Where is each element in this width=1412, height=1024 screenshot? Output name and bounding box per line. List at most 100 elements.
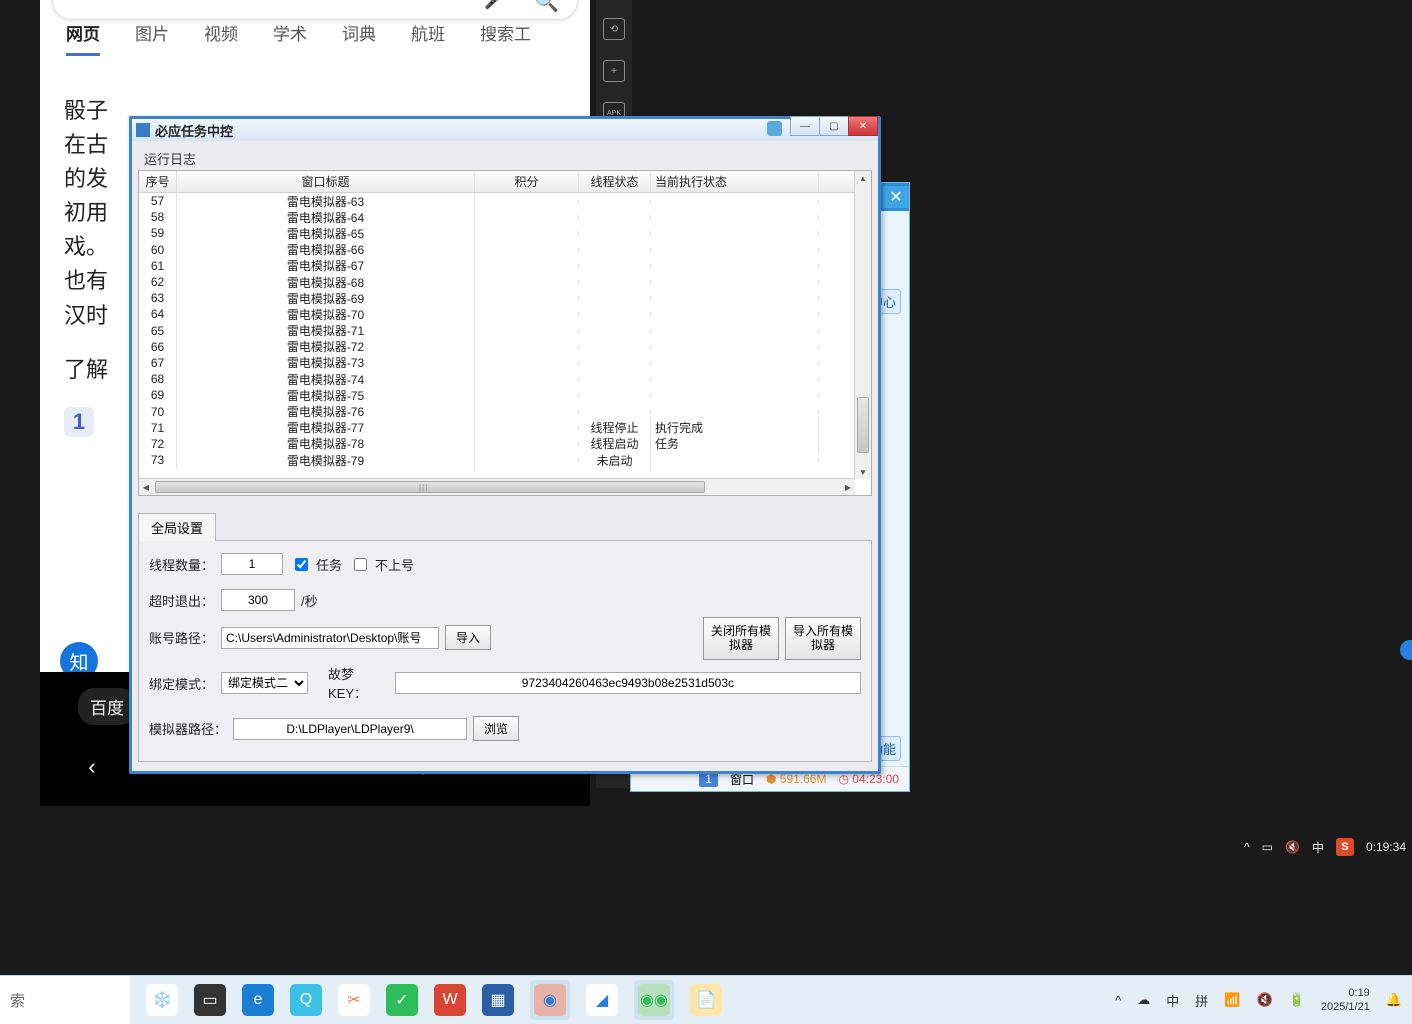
thread-count-input[interactable] [221,553,283,575]
fangmeng-key-input[interactable] [395,672,861,694]
app-explorer-icon[interactable]: ▭ [194,984,226,1016]
tab-image[interactable]: 图片 [135,20,169,56]
import-button[interactable]: 导入 [445,625,491,650]
col-title[interactable]: 窗口标题 [177,171,475,192]
sogou-icon[interactable]: S [1336,838,1354,856]
dialog-titlebar[interactable]: 必应任务中控 — ▢ ✕ [132,119,878,141]
app-notepad-icon[interactable]: 📄 [690,984,722,1016]
task-grid: 序号 窗口标题 积分 线程状态 当前执行状态 57雷电模拟器-6358雷电模拟器… [138,170,872,496]
windows-taskbar: 索 ❄️ ▭ e Q ✂ ✓ W ▦ ◉ ◢ ◉◉ 📄 ^ ☁ 中 拼 📶 🔇 … [0,975,1412,1024]
search-bar[interactable]: 🎤 🔍 [52,0,578,20]
table-row[interactable]: 73雷电模拟器-79未启动 [139,452,871,468]
blue-close-button[interactable]: ✕ [883,186,909,208]
tray-volume-icon[interactable]: 🔇 [1257,992,1273,1008]
memory-usage: ⬢ 591.66M [766,772,827,786]
col-score[interactable]: 积分 [475,171,579,192]
minimize-button[interactable]: — [790,116,820,136]
add-icon[interactable]: + [603,60,625,82]
noshanghao-label: 不上号 [375,555,414,574]
col-seq[interactable]: 序号 [139,171,177,192]
tray-onedrive-icon[interactable]: ☁ [1137,992,1150,1008]
app-wps-icon[interactable]: W [434,984,466,1016]
scroll-grip: ||| [419,483,428,492]
close-button[interactable]: ✕ [848,116,878,136]
app-edge-icon[interactable]: e [242,984,274,1016]
task-control-dialog: 必应任务中控 — ▢ ✕ 运行日志 序号 窗口标题 积分 线程状态 当前执行状态… [129,116,881,774]
maximize-button[interactable]: ▢ [819,116,849,136]
horizontal-scrollbar[interactable]: ◀ ||| ▶ [139,478,855,495]
taskbar-search[interactable]: 索 [0,976,130,1024]
right-edge-tab[interactable] [1400,640,1412,660]
tray-ime-lang[interactable]: 中 [1166,991,1179,1010]
page-1-button[interactable]: 1 [64,407,94,437]
timeout-label: 超时退出： [149,591,215,610]
app-active-swirl-icon[interactable]: ◉ [534,984,566,1016]
helper-icon[interactable] [767,121,782,136]
app-snowman-icon[interactable]: ❄️ [146,984,178,1016]
h-scroll-thumb[interactable] [155,481,705,493]
elapsed-time: ◷ 04:23:00 [838,772,899,786]
scroll-up-arrow[interactable]: ▲ [855,171,871,185]
taskbar-apps: ❄️ ▭ e Q ✂ ✓ W ▦ ◉ ◢ ◉◉ 📄 [130,980,722,1020]
settings-panel: 线程数量： 任务 不上号 超时退出： /秒 账号路径： 导入 关闭所有模拟器 导… [138,540,872,762]
emu-path-input[interactable] [233,718,467,740]
nav-back-icon[interactable]: ‹ [88,754,95,780]
tab-web[interactable]: 网页 [66,20,100,56]
tray-pinyin[interactable]: 拼 [1195,991,1208,1010]
tray-ime-icon[interactable]: 中 [1312,839,1324,856]
tray-wifi-icon[interactable]: 📶 [1224,992,1240,1008]
tray-battery-icon[interactable]: 🔋 [1289,992,1305,1008]
tab-video[interactable]: 视频 [204,20,238,56]
dialog-title: 必应任务中控 [155,121,233,140]
v-scroll-thumb[interactable] [857,397,869,453]
app-icon [136,123,150,137]
task-checkbox[interactable] [295,558,308,571]
tab-flights[interactable]: 航班 [411,20,445,56]
noshanghao-checkbox[interactable] [354,558,367,571]
app-todesk-icon[interactable]: ◢ [586,984,618,1016]
vertical-scrollbar[interactable]: ▲ ▼ [854,171,871,479]
col-thread[interactable]: 线程状态 [579,171,651,192]
upper-clock: 0:19:34 [1366,840,1406,854]
taskbar-clock[interactable]: 0:19 2025/1/21 [1321,986,1370,1015]
tray-chevron-icon[interactable]: ^ [1244,840,1250,854]
app-snip-icon[interactable]: ✂ [338,984,370,1016]
bind-mode-select[interactable]: 绑定模式二 [221,672,308,694]
account-path-label: 账号路径： [149,628,215,647]
tray-expand-icon[interactable]: ^ [1115,993,1121,1008]
scroll-down-arrow[interactable]: ▼ [855,465,871,479]
bind-mode-label: 绑定模式： [149,674,215,693]
col-exec[interactable]: 当前执行状态 [651,171,819,192]
system-tray: ^ ☁ 中 拼 📶 🔇 🔋 0:19 2025/1/21 🔔 [1115,986,1412,1015]
baidu-pill[interactable]: 百度 [78,688,136,725]
grid-body[interactable]: 57雷电模拟器-6358雷电模拟器-6459雷电模拟器-6560雷电模拟器-66… [139,193,871,468]
thread-count-label: 线程数量： [149,555,215,574]
tab-dict[interactable]: 词典 [342,20,376,56]
tray-mute-icon[interactable]: 🔇 [1285,840,1300,854]
import-all-emulators-button[interactable]: 导入所有模拟器 [785,617,861,660]
scroll-right-arrow[interactable]: ▶ [841,479,855,495]
scroll-left-arrow[interactable]: ◀ [139,479,153,495]
tray-display-icon[interactable]: ▭ [1262,840,1273,854]
account-path-input[interactable] [221,627,439,649]
log-tab-label[interactable]: 运行日志 [144,149,872,168]
fangmeng-key-label: 故梦KEY： [328,664,389,702]
timeout-unit: /秒 [301,591,318,610]
desktop-upper-tray: ^ ▭ 🔇 中 S 0:19:34 [1244,838,1406,856]
settings-tab[interactable]: 全局设置 [138,513,216,541]
app-qqbrowser-icon[interactable]: Q [290,984,322,1016]
browse-button[interactable]: 浏览 [473,716,519,741]
app-wechat-icon[interactable]: ◉◉ [638,984,670,1016]
tab-academic[interactable]: 学术 [273,20,307,56]
mic-icon[interactable]: 🎤 [484,0,504,11]
search-icon[interactable]: 🔍 [534,0,559,14]
notification-icon[interactable]: 🔔 [1386,992,1402,1008]
app-green-icon[interactable]: ✓ [386,984,418,1016]
rotate-icon[interactable]: ⟲ [603,18,625,40]
task-checkbox-label: 任务 [316,555,342,574]
close-all-emulators-button[interactable]: 关闭所有模拟器 [703,617,779,660]
timeout-input[interactable] [221,589,295,611]
emu-path-label: 模拟器路径： [149,719,227,738]
app-blue-icon[interactable]: ▦ [482,984,514,1016]
tab-tools[interactable]: 搜索工 [480,20,531,56]
